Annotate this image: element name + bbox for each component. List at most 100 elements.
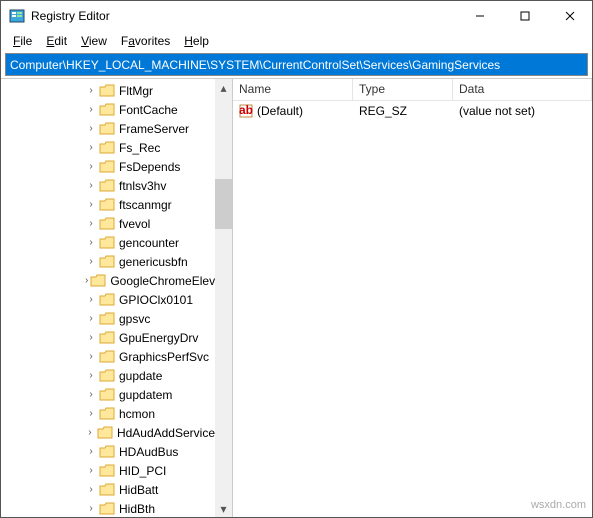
folder-icon [99,217,115,231]
menu-edit[interactable]: Edit [40,33,73,49]
value-data: (value not set) [453,104,592,118]
folder-icon [99,103,115,117]
tree-item[interactable]: › HDAudBus [1,442,215,461]
tree-item[interactable]: › gupdate [1,366,215,385]
tree-item[interactable]: › HID_PCI [1,461,215,480]
folder-icon [97,426,113,440]
expand-icon[interactable]: › [85,408,97,419]
folder-icon [99,141,115,155]
tree-item-label: HDAudBus [119,445,178,459]
expand-icon[interactable]: › [85,370,97,381]
address-input[interactable] [10,58,583,72]
expand-icon[interactable]: › [85,332,97,343]
tree-item-label: FrameServer [119,122,189,136]
tree-item[interactable]: › HidBatt [1,480,215,499]
expand-icon[interactable]: › [85,199,97,210]
folder-icon [99,179,115,193]
column-name[interactable]: Name [233,79,353,100]
tree-item[interactable]: › gupdatem [1,385,215,404]
tree-item[interactable]: ›HdAudAddService [1,423,215,442]
tree-item[interactable]: › genericusbfn [1,252,215,271]
tree-pane: ›FltMgr›FontCache›FrameServer›Fs_Rec›FsD… [1,79,233,517]
tree-view[interactable]: ›FltMgr›FontCache›FrameServer›Fs_Rec›FsD… [1,79,215,517]
title-bar: Registry Editor [1,1,592,31]
tree-item[interactable]: › gencounter [1,233,215,252]
tree-item[interactable]: › gpsvc [1,309,215,328]
column-data[interactable]: Data [453,79,592,100]
maximize-button[interactable] [502,1,547,31]
folder-icon [99,350,115,364]
expand-icon[interactable]: › [85,294,97,305]
close-button[interactable] [547,1,592,31]
expand-icon[interactable]: › [85,389,97,400]
scroll-thumb[interactable] [215,179,232,229]
tree-item-label: GpuEnergyDrv [119,331,198,345]
tree-item[interactable]: ›FltMgr [1,81,215,100]
expand-icon[interactable]: › [85,161,97,172]
tree-item-label: Fs_Rec [119,141,160,155]
tree-item-label: genericusbfn [119,255,188,269]
folder-icon [99,502,115,516]
folder-icon [99,160,115,174]
address-bar[interactable] [5,53,588,76]
folder-icon [99,464,115,478]
value-row[interactable]: ab(Default)REG_SZ(value not set) [233,101,592,120]
expand-icon[interactable]: › [85,465,97,476]
expand-icon[interactable]: › [85,313,97,324]
tree-item-label: ftscanmgr [119,198,172,212]
tree-item-label: HID_PCI [119,464,166,478]
tree-item[interactable]: ›GraphicsPerfSvc [1,347,215,366]
expand-icon[interactable]: › [85,275,88,286]
tree-item[interactable]: ›fvevol [1,214,215,233]
tree-scrollbar[interactable]: ▴ ▾ [215,79,232,517]
folder-icon [99,255,115,269]
tree-item-label: HidBth [119,502,155,516]
expand-icon[interactable]: › [85,446,97,457]
expand-icon[interactable]: › [85,484,97,495]
expand-icon[interactable]: › [85,123,97,134]
expand-icon[interactable]: › [85,351,97,362]
tree-item[interactable]: ›GPIOClx0101 [1,290,215,309]
folder-icon [99,312,115,326]
folder-icon [99,236,115,250]
tree-item[interactable]: › FsDepends [1,157,215,176]
expand-icon[interactable]: › [85,256,97,267]
menu-view[interactable]: View [75,33,113,49]
expand-icon[interactable]: › [85,142,97,153]
menu-help[interactable]: Help [178,33,215,49]
folder-icon [99,198,115,212]
tree-item[interactable]: › ftscanmgr [1,195,215,214]
column-type[interactable]: Type [353,79,453,100]
tree-item[interactable]: › FrameServer [1,119,215,138]
minimize-button[interactable] [457,1,502,31]
svg-text:ab: ab [239,104,253,117]
tree-item[interactable]: › HidBth [1,499,215,517]
menu-file[interactable]: File [7,33,38,49]
tree-item-label: FontCache [119,103,178,117]
menu-favorites[interactable]: Favorites [115,33,176,49]
scroll-down-button[interactable]: ▾ [215,500,232,517]
scroll-up-button[interactable]: ▴ [215,79,232,96]
tree-item[interactable]: ›hcmon [1,404,215,423]
tree-item-label: HidBatt [119,483,158,497]
tree-item-label: gupdate [119,369,162,383]
expand-icon[interactable]: › [85,503,97,514]
expand-icon[interactable]: › [85,237,97,248]
tree-item-label: gupdatem [119,388,172,402]
folder-icon [99,407,115,421]
folder-icon [99,122,115,136]
tree-item[interactable]: › Fs_Rec [1,138,215,157]
app-icon [9,8,25,24]
expand-icon[interactable]: › [85,85,97,96]
tree-item-label: gpsvc [119,312,150,326]
expand-icon[interactable]: › [85,104,97,115]
tree-item[interactable]: › GpuEnergyDrv [1,328,215,347]
expand-icon[interactable]: › [85,427,95,438]
expand-icon[interactable]: › [85,180,97,191]
tree-item[interactable]: ›GoogleChromeElevationService [1,271,215,290]
tree-item-label: gencounter [119,236,179,250]
tree-item-label: FsDepends [119,160,180,174]
tree-item[interactable]: › FontCache [1,100,215,119]
tree-item[interactable]: ›ftnlsv3hv [1,176,215,195]
expand-icon[interactable]: › [85,218,97,229]
